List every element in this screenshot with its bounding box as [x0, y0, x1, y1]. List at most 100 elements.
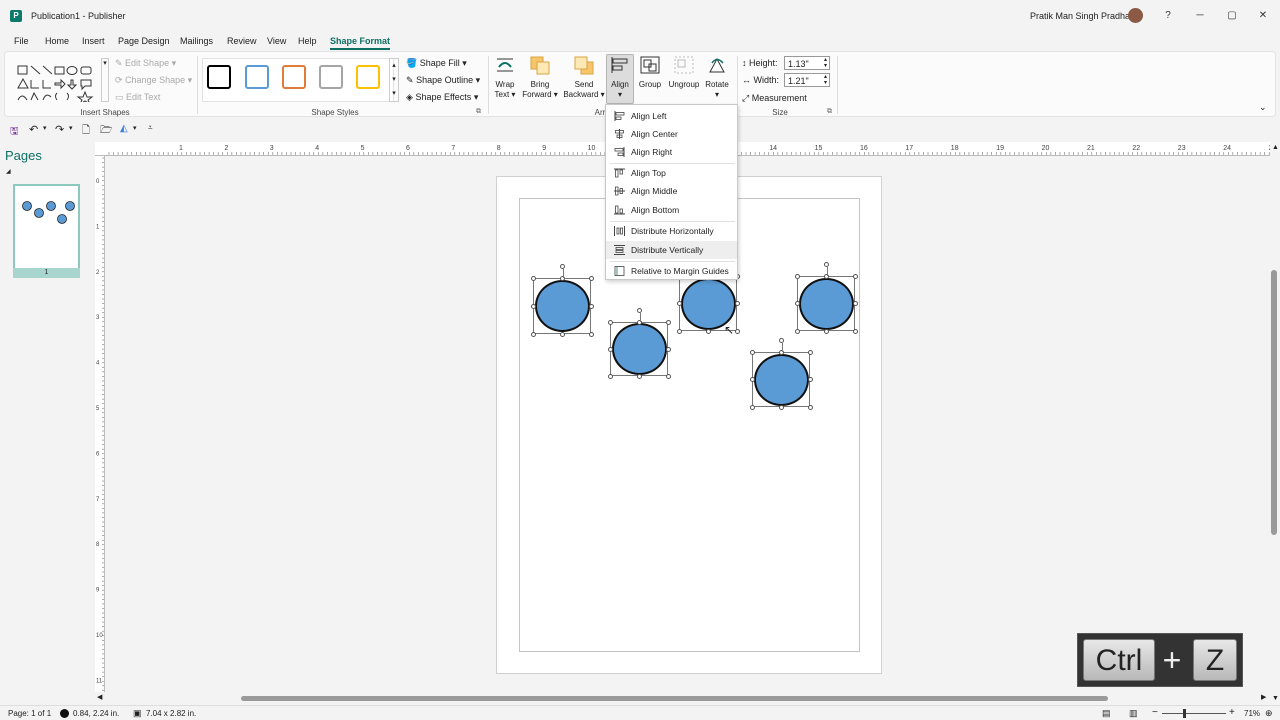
dialog-launcher-icon[interactable]: ⧉	[476, 108, 481, 116]
height-field[interactable]: 1.13" ▴ ▾	[784, 56, 830, 70]
minimize-button[interactable]: ─	[1193, 9, 1207, 23]
shapes-gallery-more-button[interactable]: ▾	[101, 58, 109, 102]
customize-qat-icon[interactable]: ⩡	[148, 123, 153, 133]
resize-handle[interactable]	[852, 328, 858, 334]
oval-shape[interactable]	[799, 278, 854, 330]
spin-arrows-icon[interactable]: ▴ ▾	[824, 57, 827, 69]
oval-shape[interactable]	[612, 323, 667, 375]
two-page-view-icon[interactable]: ▥	[1129, 708, 1138, 719]
width-field[interactable]: 1.21" ▴ ▾	[784, 73, 830, 87]
measurement-button[interactable]: ⤢ Measurement	[742, 93, 807, 104]
scroll-up-icon[interactable]: ▲	[1272, 144, 1279, 151]
oval-shape-selection[interactable]	[794, 262, 858, 334]
tab-shape-format[interactable]: Shape Format	[330, 36, 391, 50]
wrap-text-button[interactable]: Wrap Text ▾	[492, 55, 518, 100]
menu-item-relative-to-margin-guides[interactable]: Relative to Margin Guides	[606, 262, 737, 280]
resize-handle[interactable]	[749, 404, 755, 410]
menu-item-align-bottom[interactable]: Align Bottom	[606, 201, 737, 219]
shape-style-gold[interactable]	[356, 65, 380, 89]
bring-forward-button[interactable]: Bring Forward ▾	[520, 55, 560, 100]
chevron-down-icon[interactable]: ▾	[43, 124, 47, 132]
oval-shape[interactable]	[754, 354, 809, 406]
resize-handle[interactable]	[588, 303, 594, 309]
zoom-in-icon[interactable]: +	[1229, 707, 1235, 718]
send-backward-button[interactable]: Send Backward ▾	[562, 55, 606, 100]
shape-styles-scroll[interactable]: ▴ ▾ ▾	[389, 58, 399, 102]
menu-item-distribute-vertically[interactable]: Distribute Vertically	[606, 241, 737, 259]
page-indicator[interactable]: Page: 1 of 1	[8, 709, 51, 718]
single-page-view-icon[interactable]: ▤	[1102, 708, 1111, 719]
tab-review[interactable]: Review	[227, 36, 257, 46]
avatar[interactable]	[1128, 8, 1143, 23]
oval-shape-selection[interactable]	[530, 264, 594, 337]
tab-help[interactable]: Help	[298, 36, 317, 46]
resize-handle[interactable]	[676, 301, 682, 306]
resize-handle[interactable]	[530, 275, 536, 281]
tab-view[interactable]: View	[267, 36, 286, 46]
zoom-level[interactable]: 71%	[1244, 709, 1260, 718]
shape-style-gray[interactable]	[319, 65, 343, 89]
save-icon[interactable]: 🖫	[10, 124, 19, 141]
tab-file[interactable]: File	[14, 36, 29, 46]
menu-item-distribute-horizontally[interactable]: Distribute Horizontally	[606, 222, 737, 240]
resize-handle[interactable]	[794, 301, 800, 306]
shape-fill-button[interactable]: 🪣 Shape Fill ▾	[406, 58, 467, 69]
resize-handle[interactable]	[794, 273, 800, 279]
zoom-slider-thumb[interactable]	[1183, 709, 1186, 718]
scroll-right-icon[interactable]: ▶	[1261, 693, 1266, 701]
resize-handle[interactable]	[530, 303, 536, 309]
resize-handle[interactable]	[807, 404, 813, 410]
resize-handle[interactable]	[852, 301, 858, 306]
redo-icon[interactable]: ↷	[55, 123, 64, 136]
oval-shape-selection[interactable]	[749, 338, 813, 410]
shape-style-orange[interactable]	[282, 65, 306, 89]
chevron-down-icon[interactable]: ▾	[69, 124, 73, 132]
resize-handle[interactable]	[734, 328, 740, 334]
group-button[interactable]: Group	[636, 55, 664, 90]
dialog-launcher-icon[interactable]: ⧉	[827, 108, 832, 116]
oval-shape[interactable]	[535, 280, 590, 332]
tab-insert[interactable]: Insert	[82, 36, 105, 46]
shape-style-black[interactable]	[207, 65, 231, 89]
resize-handle[interactable]	[749, 377, 755, 382]
menu-item-align-middle[interactable]: Align Middle	[606, 182, 737, 200]
oval-shape-selection[interactable]	[607, 308, 671, 379]
tab-mailings[interactable]: Mailings	[180, 36, 213, 46]
resize-handle[interactable]	[530, 331, 536, 337]
open-folder-icon[interactable]: 🗁	[100, 123, 112, 140]
menu-item-align-top[interactable]: Align Top	[606, 164, 737, 182]
resize-handle[interactable]	[559, 331, 565, 337]
align-button[interactable]: Align ▾	[606, 54, 634, 104]
shapes-gallery[interactable]	[15, 58, 101, 106]
user-name[interactable]: Pratik Man Singh Pradhan	[1030, 11, 1135, 21]
menu-item-align-left[interactable]: Align Left	[606, 107, 737, 125]
resize-handle[interactable]	[823, 328, 829, 334]
menu-item-align-center[interactable]: Align Center	[606, 125, 737, 143]
help-button[interactable]: ?	[1161, 9, 1175, 23]
scroll-down-icon[interactable]: ▼	[1272, 695, 1279, 702]
resize-handle[interactable]	[607, 346, 613, 352]
page-thumbnail[interactable]	[13, 184, 80, 278]
shape-effects-button[interactable]: ◈ Shape Effects ▾	[406, 92, 478, 103]
resize-handle[interactable]	[665, 346, 671, 352]
resize-handle[interactable]	[607, 373, 613, 379]
shape-style-blue[interactable]	[245, 65, 269, 89]
fit-page-icon[interactable]: ⊕	[1265, 708, 1273, 719]
resize-handle[interactable]	[665, 319, 671, 325]
resize-handle[interactable]	[588, 275, 594, 281]
restore-button[interactable]: ▢	[1225, 9, 1239, 23]
zoom-slider-track[interactable]	[1162, 713, 1226, 714]
resize-handle[interactable]	[807, 349, 813, 355]
resize-handle[interactable]	[676, 328, 682, 334]
shape-outline-button[interactable]: ✎ Shape Outline ▾	[406, 75, 480, 86]
resize-handle[interactable]	[607, 319, 613, 325]
resize-handle[interactable]	[665, 373, 671, 379]
rotate-button[interactable]: Rotate ▾	[702, 55, 732, 100]
vertical-scroll-thumb[interactable]	[1271, 270, 1277, 535]
new-document-icon[interactable]: 🗋	[82, 123, 90, 140]
tab-page-design[interactable]: Page Design	[118, 36, 170, 46]
undo-icon[interactable]: ↶	[29, 123, 38, 136]
chevron-down-icon[interactable]: ▾	[133, 124, 137, 132]
close-button[interactable]: ✕	[1256, 9, 1270, 23]
resize-handle[interactable]	[705, 328, 711, 334]
